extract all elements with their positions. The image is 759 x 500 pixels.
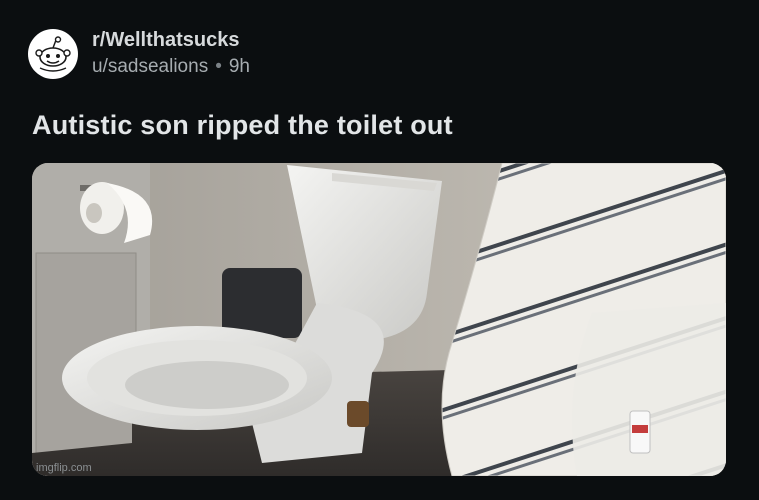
post-meta: r/Wellthatsucks u/sadsealions • 9h (92, 28, 250, 80)
post-header: r/Wellthatsucks u/sadsealions • 9h (28, 28, 250, 80)
subreddit-avatar[interactable] (28, 29, 78, 79)
imgflip-watermark: imgflip.com (36, 462, 92, 474)
separator-dot: • (215, 56, 222, 77)
byline: u/sadsealions • 9h (92, 54, 250, 80)
photo-image (32, 163, 726, 476)
subreddit-name[interactable]: r/Wellthatsucks (92, 28, 250, 52)
post-title[interactable]: Autistic son ripped the toilet out (32, 110, 453, 141)
snoo-icon (35, 36, 71, 72)
username[interactable]: u/sadsealions (92, 56, 208, 77)
post-age: 9h (228, 56, 250, 77)
post-image[interactable]: imgflip.com (32, 163, 726, 476)
